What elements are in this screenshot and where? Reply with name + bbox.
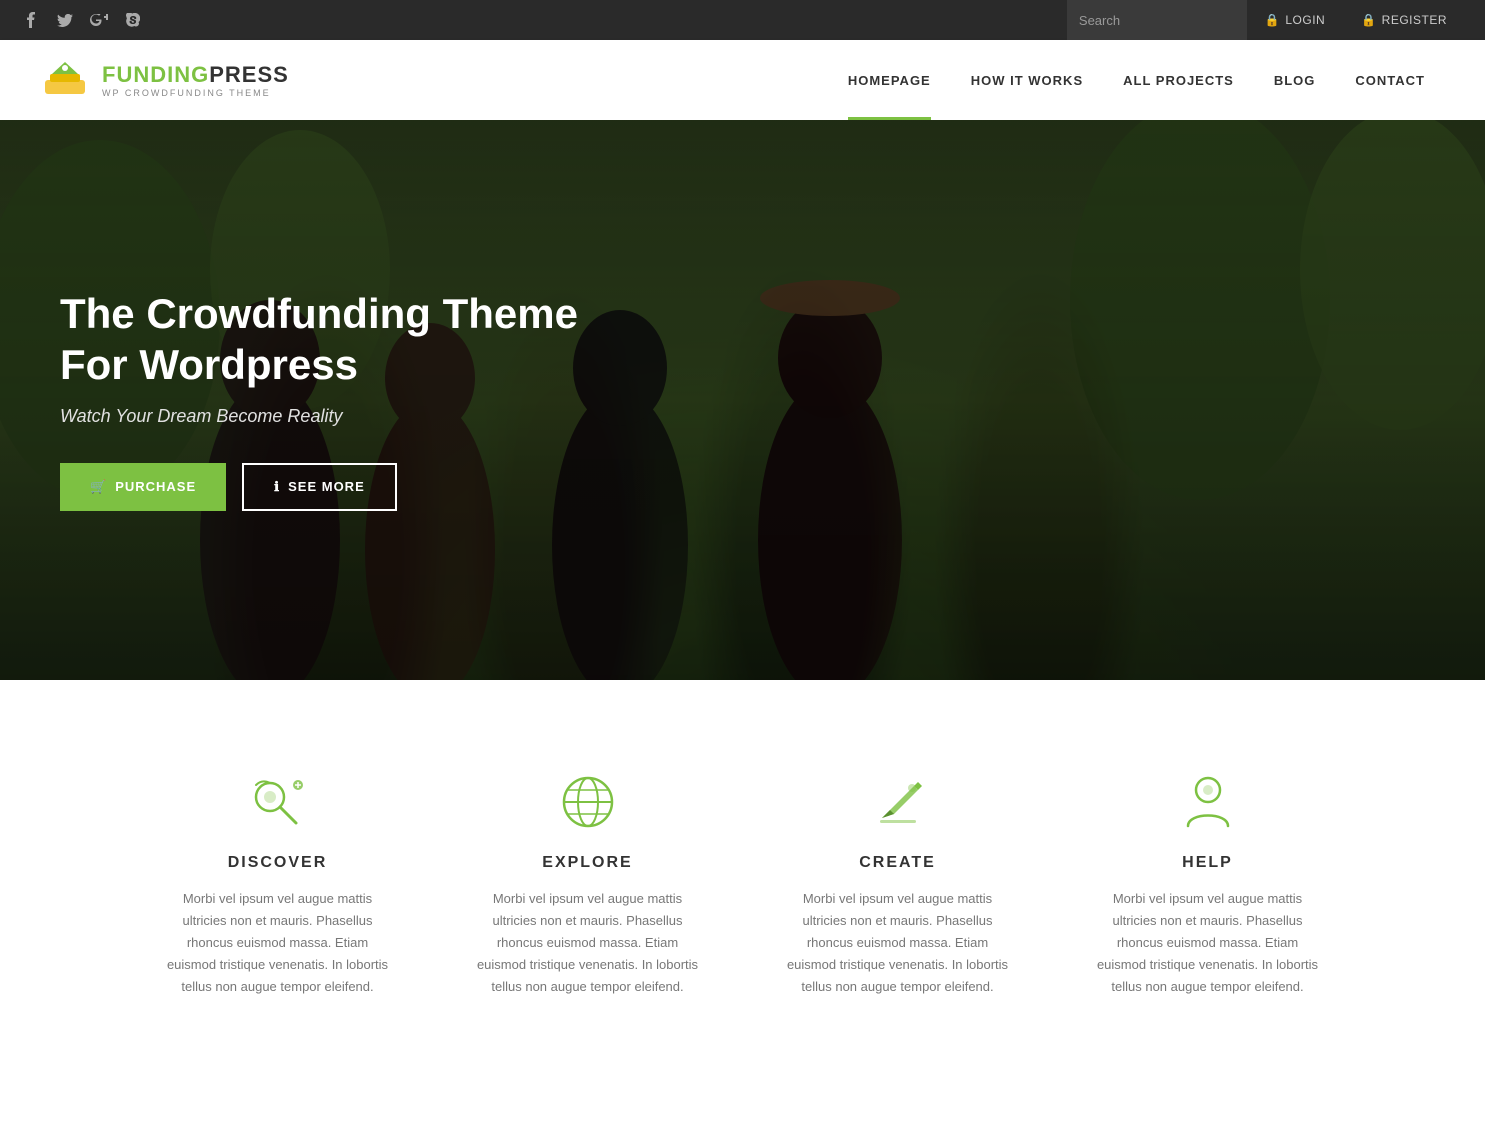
nav-how-it-works[interactable]: HOW IT WORKS bbox=[951, 40, 1103, 120]
help-title: HELP bbox=[1093, 854, 1323, 872]
logo-icon bbox=[40, 60, 90, 100]
hero-section: The Crowdfunding Theme For Wordpress Wat… bbox=[0, 120, 1485, 680]
seemore-button[interactable]: ℹ SEE MORE bbox=[242, 463, 397, 511]
create-title: CREATE bbox=[783, 854, 1013, 872]
logo-text: FUNDINGPRESS WP CROWDFUNDING THEME bbox=[102, 62, 289, 98]
features-section: DISCOVER Morbi vel ipsum vel augue matti… bbox=[0, 680, 1485, 1078]
top-bar: 🔒 LOGIN 🔒 REGISTER bbox=[0, 0, 1485, 40]
login-icon: 🔒 bbox=[1265, 13, 1280, 27]
help-desc: Morbi vel ipsum vel augue mattis ultrici… bbox=[1093, 888, 1323, 998]
cart-icon: 🛒 bbox=[90, 479, 107, 495]
hero-buttons: 🛒 PURCHASE ℹ SEE MORE bbox=[60, 463, 640, 511]
discover-desc: Morbi vel ipsum vel augue mattis ultrici… bbox=[163, 888, 393, 998]
top-bar-right: 🔒 LOGIN 🔒 REGISTER bbox=[1067, 0, 1465, 40]
skype-icon[interactable] bbox=[122, 9, 144, 31]
logo-name: FUNDINGPRESS bbox=[102, 62, 289, 88]
discover-icon bbox=[246, 770, 310, 834]
create-icon bbox=[866, 770, 930, 834]
register-button[interactable]: 🔒 REGISTER bbox=[1343, 0, 1465, 40]
facebook-icon[interactable] bbox=[20, 9, 42, 31]
create-desc: Morbi vel ipsum vel augue mattis ultrici… bbox=[783, 888, 1013, 998]
nav-homepage[interactable]: HOMEPAGE bbox=[828, 40, 951, 120]
nav-all-projects[interactable]: ALL PROJECTS bbox=[1103, 40, 1254, 120]
feature-explore: EXPLORE Morbi vel ipsum vel augue mattis… bbox=[453, 750, 723, 1018]
logo[interactable]: FUNDINGPRESS WP CROWDFUNDING THEME bbox=[40, 60, 289, 100]
feature-help: HELP Morbi vel ipsum vel augue mattis ul… bbox=[1073, 750, 1343, 1018]
discover-title: DISCOVER bbox=[163, 854, 393, 872]
explore-title: EXPLORE bbox=[473, 854, 703, 872]
explore-desc: Morbi vel ipsum vel augue mattis ultrici… bbox=[473, 888, 703, 998]
feature-create: CREATE Morbi vel ipsum vel augue mattis … bbox=[763, 750, 1033, 1018]
feature-discover: DISCOVER Morbi vel ipsum vel augue matti… bbox=[143, 750, 413, 1018]
help-icon bbox=[1176, 770, 1240, 834]
search-input[interactable] bbox=[1067, 0, 1247, 40]
nav-blog[interactable]: BLOG bbox=[1254, 40, 1336, 120]
info-icon: ℹ bbox=[274, 479, 280, 495]
purchase-button[interactable]: 🛒 PURCHASE bbox=[60, 463, 226, 511]
hero-content: The Crowdfunding Theme For Wordpress Wat… bbox=[0, 289, 700, 511]
logo-subtitle: WP CROWDFUNDING THEME bbox=[102, 88, 289, 98]
nav-contact[interactable]: CONTACT bbox=[1335, 40, 1445, 120]
navbar: FUNDINGPRESS WP CROWDFUNDING THEME HOMEP… bbox=[0, 40, 1485, 120]
hero-title: The Crowdfunding Theme For Wordpress bbox=[60, 289, 640, 390]
features-grid: DISCOVER Morbi vel ipsum vel augue matti… bbox=[143, 750, 1343, 1018]
twitter-icon[interactable] bbox=[54, 9, 76, 31]
social-links bbox=[20, 9, 144, 31]
hero-subtitle: Watch Your Dream Become Reality bbox=[60, 406, 640, 427]
nav-links: HOMEPAGE HOW IT WORKS ALL PROJECTS BLOG … bbox=[828, 40, 1445, 120]
register-icon: 🔒 bbox=[1361, 13, 1376, 27]
googleplus-icon[interactable] bbox=[88, 9, 110, 31]
login-button[interactable]: 🔒 LOGIN bbox=[1247, 0, 1343, 40]
explore-icon bbox=[556, 770, 620, 834]
